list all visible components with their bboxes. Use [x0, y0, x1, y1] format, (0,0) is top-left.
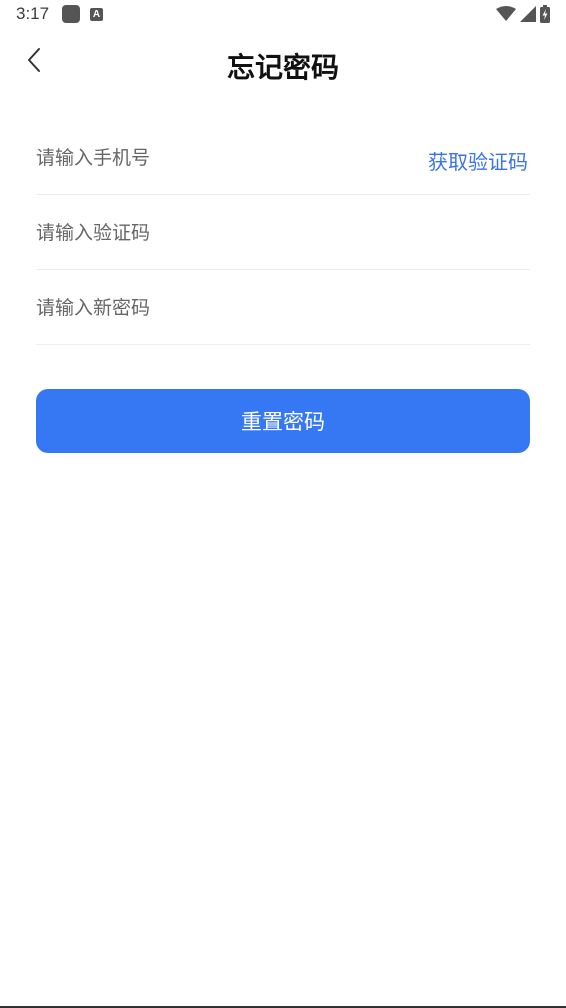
forgot-password-screen: 3:17 A 忘记密码 请输入手机号 获取验证码 请输入验证码 重置密码	[0, 0, 566, 1008]
code-row	[36, 195, 530, 270]
battery-charging-icon	[540, 5, 550, 23]
phone-row: 获取验证码	[36, 120, 530, 195]
reset-password-button[interactable]: 重置密码	[36, 389, 530, 453]
status-time: 3:17	[16, 4, 50, 23]
header: 忘记密码	[0, 30, 566, 96]
page-title: 忘记密码	[226, 51, 339, 84]
reset-password-form: 获取验证码	[36, 120, 530, 345]
a-notification-icon: A	[90, 8, 103, 21]
verification-code-input[interactable]	[36, 213, 406, 253]
wifi-icon	[496, 6, 516, 22]
new-password-input[interactable]	[36, 288, 406, 328]
status-icons	[496, 5, 550, 23]
password-row	[36, 270, 530, 345]
app-notification-icon	[62, 5, 80, 23]
status-bar: 3:17 A	[0, 0, 566, 30]
signal-icon	[520, 6, 536, 22]
phone-input[interactable]	[36, 138, 406, 178]
get-code-button[interactable]: 获取验证码	[428, 146, 528, 175]
